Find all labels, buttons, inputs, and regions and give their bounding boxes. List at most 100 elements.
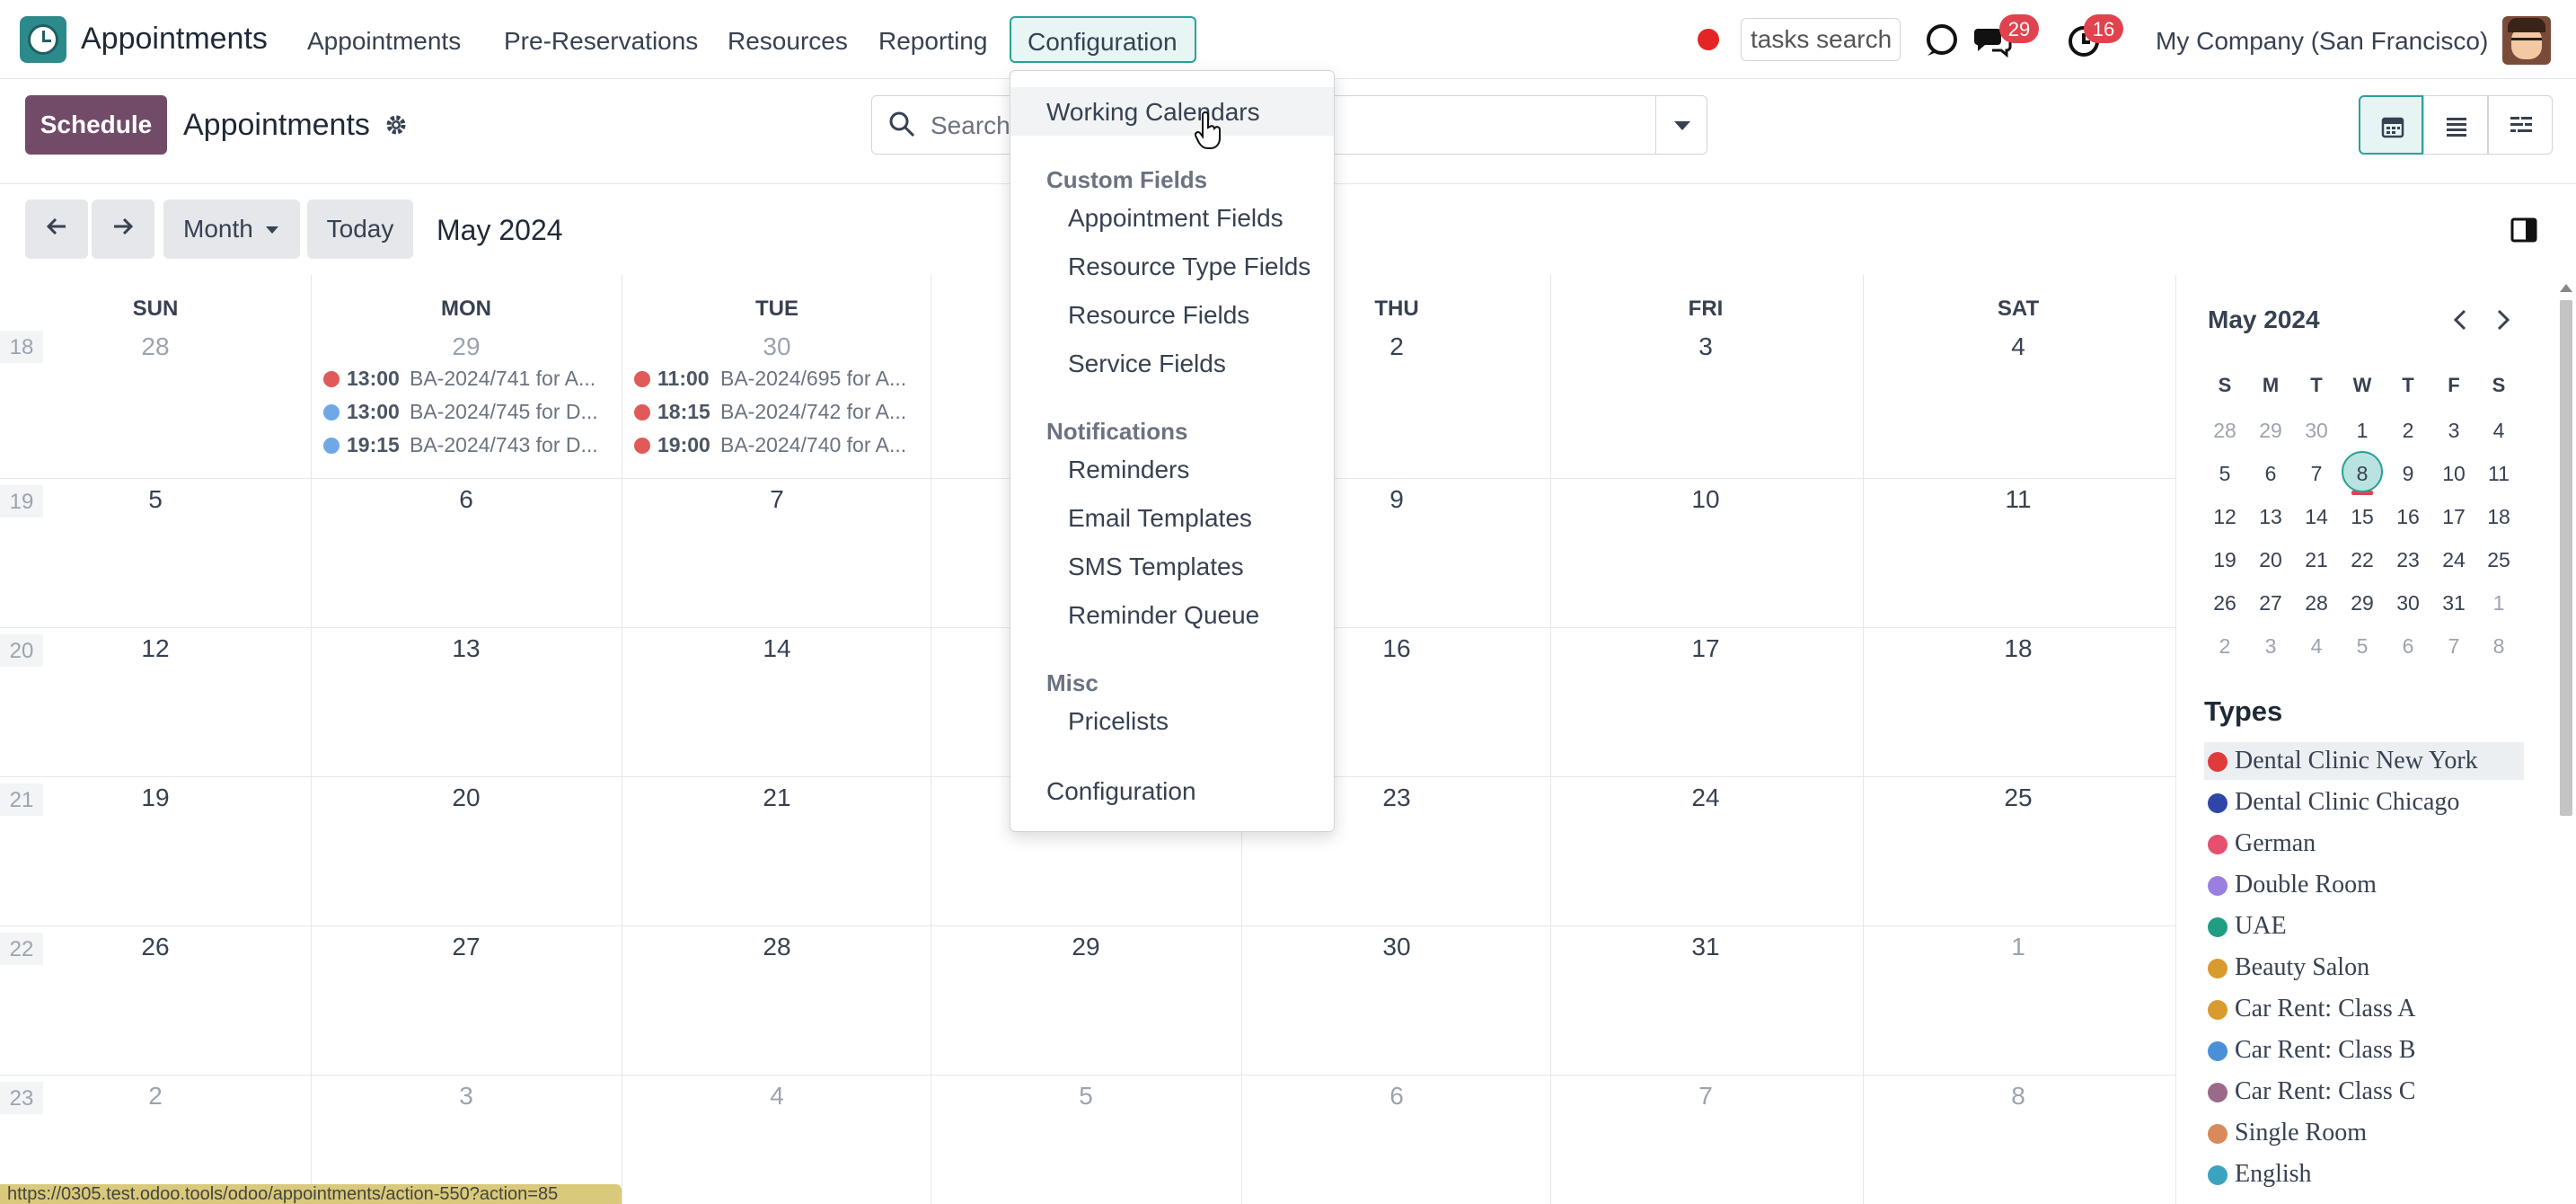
- menu-resources[interactable]: Resources: [728, 27, 848, 56]
- calendar-day-number[interactable]: 7: [622, 485, 932, 514]
- calendar-view-button[interactable]: [2359, 95, 2423, 155]
- next-period-button[interactable]: [92, 199, 154, 259]
- mini-calendar-day[interactable]: 8: [2476, 634, 2521, 659]
- calendar-day-number[interactable]: 28: [0, 332, 311, 361]
- gantt-view-button[interactable]: [2488, 95, 2553, 155]
- menu-reporting[interactable]: Reporting: [878, 27, 987, 56]
- mini-calendar-day[interactable]: 13: [2248, 505, 2293, 529]
- menu-item-appointment-fields[interactable]: Appointment Fields: [1010, 193, 1334, 242]
- calendar-day-number[interactable]: 29: [311, 332, 622, 361]
- mini-calendar-day[interactable]: 3: [2431, 419, 2476, 443]
- menu-pre-reservations[interactable]: Pre-Reservations: [504, 27, 698, 56]
- type-filter-item[interactable]: Car Rent: Class B: [2204, 1031, 2524, 1069]
- mini-calendar-day[interactable]: 8: [2340, 462, 2385, 486]
- type-filter-item[interactable]: Double Room: [2204, 866, 2524, 904]
- mini-calendar-day[interactable]: 6: [2386, 634, 2430, 659]
- calendar-day-number[interactable]: 4: [622, 1082, 932, 1111]
- mini-calendar-day[interactable]: 7: [2431, 634, 2476, 659]
- scale-dropdown[interactable]: Month: [163, 199, 300, 259]
- mini-calendar-day[interactable]: 24: [2431, 548, 2476, 572]
- calendar-day-number[interactable]: 3: [311, 1082, 622, 1111]
- calendar-day-number[interactable]: 2: [0, 1082, 311, 1111]
- type-filter-item[interactable]: Beauty Salon: [2204, 949, 2524, 987]
- mini-calendar-day[interactable]: 1: [2476, 591, 2521, 615]
- menu-item-configuration[interactable]: Configuration: [1010, 766, 1334, 815]
- tasks-search-input[interactable]: [1741, 18, 1901, 61]
- appointments-app-icon[interactable]: [20, 16, 66, 63]
- calendar-event[interactable]: 13:00 BA-2024/745 for D...: [323, 398, 620, 429]
- type-filter-item[interactable]: Dental Clinic New York: [2204, 742, 2524, 780]
- calendar-event[interactable]: 19:15 BA-2024/743 for D...: [323, 431, 620, 462]
- type-filter-item[interactable]: Dental Clinic Chicago: [2204, 783, 2524, 821]
- search-options-toggle[interactable]: [1655, 95, 1707, 155]
- mini-calendar-day[interactable]: 28: [2202, 419, 2247, 443]
- mini-calendar-day[interactable]: 9: [2386, 462, 2430, 486]
- calendar-day-number[interactable]: 1: [1863, 933, 2174, 961]
- mini-calendar-day[interactable]: 22: [2340, 548, 2385, 572]
- mini-calendar-day[interactable]: 21: [2294, 548, 2339, 572]
- scroll-up-arrow-icon[interactable]: [2560, 284, 2572, 292]
- list-view-button[interactable]: [2423, 95, 2488, 155]
- calendar-day-number[interactable]: 13: [311, 634, 622, 663]
- calendar-day-number[interactable]: 28: [622, 933, 932, 961]
- calendar-day-number[interactable]: 21: [622, 783, 932, 812]
- company-switcher[interactable]: My Company (San Francisco): [2156, 27, 2488, 56]
- mini-calendar-day[interactable]: 26: [2202, 591, 2247, 615]
- calendar-day-number[interactable]: 14: [622, 634, 932, 663]
- calendar-day-number[interactable]: 18: [1863, 634, 2174, 663]
- mini-calendar-day[interactable]: 6: [2248, 462, 2293, 486]
- mini-calendar-day[interactable]: 2: [2202, 634, 2247, 659]
- calendar-day-number[interactable]: 4: [1863, 332, 2174, 361]
- mini-calendar-day[interactable]: 14: [2294, 505, 2339, 529]
- mini-calendar-day[interactable]: 16: [2386, 505, 2430, 529]
- mini-calendar-day[interactable]: 12: [2202, 505, 2247, 529]
- calendar-day-number[interactable]: 19: [0, 783, 311, 812]
- schedule-button[interactable]: Schedule: [25, 95, 167, 155]
- chevron-right-icon[interactable]: [2490, 307, 2515, 332]
- calendar-day-number[interactable]: 12: [0, 634, 311, 663]
- calendar-day-number[interactable]: 3: [1550, 332, 1861, 361]
- calendar-day-number[interactable]: 6: [1241, 1082, 1552, 1111]
- mini-calendar-day[interactable]: 30: [2294, 419, 2339, 443]
- mini-calendar-day[interactable]: 20: [2248, 548, 2293, 572]
- menu-item-email-templates[interactable]: Email Templates: [1010, 493, 1334, 542]
- menu-configuration[interactable]: Configuration: [1010, 16, 1196, 63]
- type-filter-item[interactable]: English: [2204, 1155, 2524, 1193]
- mini-calendar-day[interactable]: 10: [2431, 462, 2476, 486]
- user-avatar[interactable]: [2502, 16, 2551, 65]
- calendar-day-number[interactable]: 5: [0, 485, 311, 514]
- gear-icon[interactable]: [384, 113, 408, 137]
- type-filter-item[interactable]: Car Rent: Class A: [2204, 990, 2524, 1028]
- app-name[interactable]: Appointments: [81, 22, 268, 57]
- menu-item-resource-type-fields[interactable]: Resource Type Fields: [1010, 242, 1334, 290]
- mini-calendar-day[interactable]: 25: [2476, 548, 2521, 572]
- calendar-day-number[interactable]: 6: [311, 485, 622, 514]
- mini-calendar-day[interactable]: 27: [2248, 591, 2293, 615]
- chevron-left-icon[interactable]: [2448, 307, 2474, 332]
- calendar-day-number[interactable]: 30: [1241, 933, 1552, 961]
- calendar-day-number[interactable]: 26: [0, 933, 311, 961]
- calendar-day-number[interactable]: 20: [311, 783, 622, 812]
- scrollbar-thumb[interactable]: [2560, 300, 2572, 816]
- mini-calendar-day[interactable]: 7: [2294, 462, 2339, 486]
- calendar-day-number[interactable]: 8: [1863, 1082, 2174, 1111]
- calendar-day-number[interactable]: 24: [1550, 783, 1861, 812]
- menu-item-reminders[interactable]: Reminders: [1010, 445, 1334, 493]
- menu-item-resource-fields[interactable]: Resource Fields: [1010, 290, 1334, 339]
- calendar-day-number[interactable]: 31: [1550, 933, 1861, 961]
- calendar-day-number[interactable]: 17: [1550, 634, 1861, 663]
- mini-calendar-day[interactable]: 5: [2202, 462, 2247, 486]
- mini-calendar-day[interactable]: 17: [2431, 505, 2476, 529]
- mini-calendar-day[interactable]: 15: [2340, 505, 2385, 529]
- type-filter-item[interactable]: German: [2204, 825, 2524, 863]
- calendar-day-number[interactable]: 11: [1863, 485, 2174, 514]
- mini-calendar-day[interactable]: 11: [2476, 462, 2521, 486]
- voip-phone-icon[interactable]: [1924, 22, 1960, 58]
- calendar-event[interactable]: 13:00 BA-2024/741 for A...: [323, 365, 620, 395]
- menu-item-pricelists[interactable]: Pricelists: [1010, 696, 1334, 745]
- menu-appointments[interactable]: Appointments: [307, 27, 461, 56]
- mini-calendar-day[interactable]: 19: [2202, 548, 2247, 572]
- calendar-event[interactable]: 11:00 BA-2024/695 for A...: [634, 365, 931, 395]
- calendar-event[interactable]: 18:15 BA-2024/742 for A...: [634, 398, 931, 429]
- menu-item-working-calendars[interactable]: Working Calendars: [1010, 87, 1334, 136]
